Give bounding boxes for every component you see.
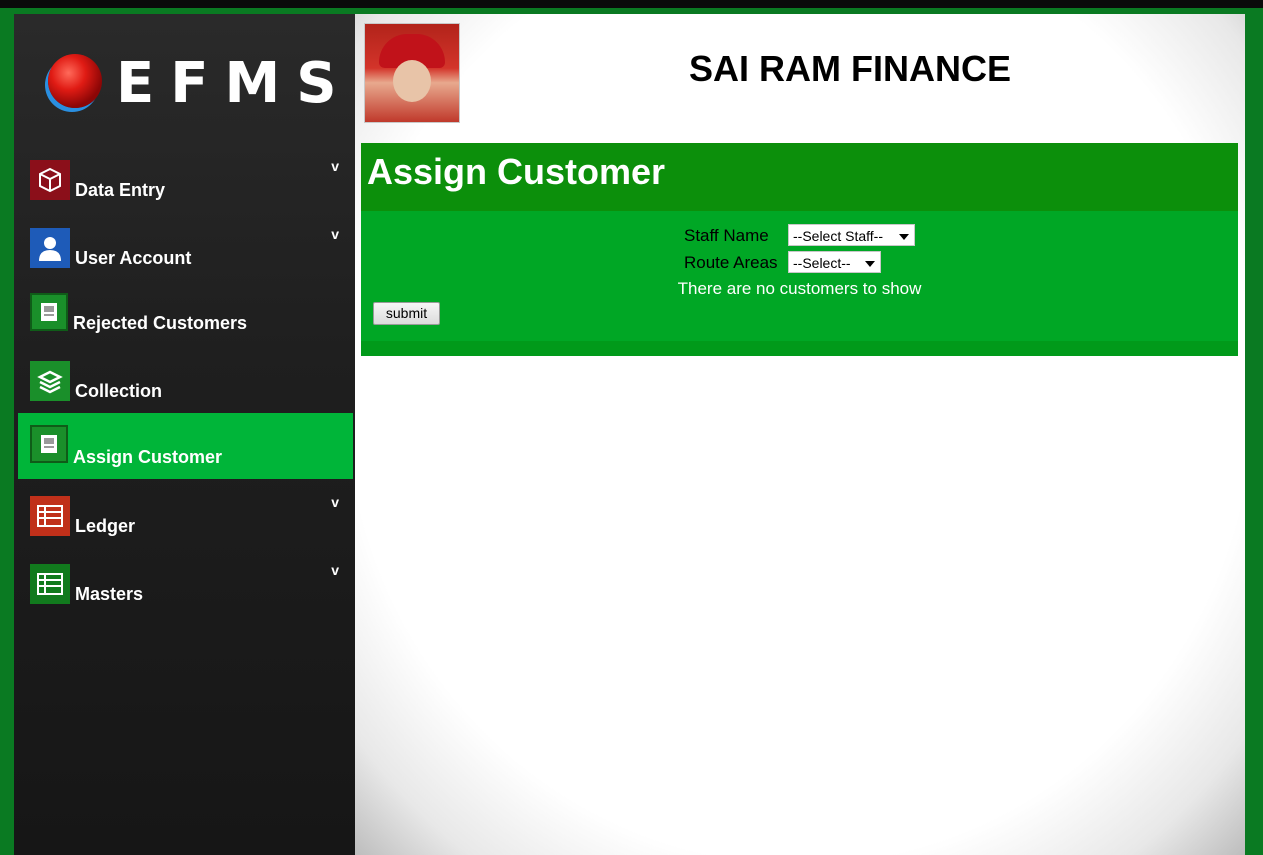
sidebar-item-label: Data Entry <box>75 180 166 200</box>
sidebar-item-ledger[interactable]: Ledger v <box>18 488 353 554</box>
main-content: SAI RAM FINANCE Assign Customer Staff Na… <box>355 14 1245 855</box>
efms-logo: EFMS <box>48 50 348 130</box>
route-areas-label: Route Areas <box>684 253 778 272</box>
user-icon <box>30 228 70 268</box>
sidebar: EFMS Data Entry v User Account v Rejecte… <box>14 14 355 855</box>
sidebar-item-label: User Account <box>75 248 192 268</box>
logo-text: EFMS <box>116 51 353 116</box>
sidebar-item-collection[interactable]: Collection <box>18 353 353 419</box>
table-icon <box>30 564 70 604</box>
sidebar-item-rejected-customers[interactable]: Rejected Customers <box>18 285 353 351</box>
dropdown-arrow-icon <box>865 261 875 267</box>
staff-name-label: Staff Name <box>684 226 769 245</box>
ledger-icon <box>30 496 70 536</box>
route-select[interactable]: --Select-- <box>788 251 881 273</box>
chevron-down-icon: v <box>331 158 339 174</box>
page-title: SAI RAM FINANCE <box>689 48 1011 89</box>
assign-customer-panel: Assign Customer Staff Name --Select Staf… <box>361 143 1238 356</box>
route-select-value: --Select-- <box>793 255 851 271</box>
sidebar-item-masters[interactable]: Masters v <box>18 556 353 622</box>
box-icon <box>30 160 70 200</box>
sidebar-item-label: Assign Customer <box>73 447 223 467</box>
sidebar-item-label: Rejected Customers <box>73 313 248 333</box>
document-icon <box>30 293 68 331</box>
chevron-down-icon: v <box>331 226 339 242</box>
empty-message: There are no customers to show <box>677 279 922 298</box>
panel-header: Assign Customer <box>361 143 1238 211</box>
sidebar-item-assign-customer[interactable]: Assign Customer <box>18 413 353 479</box>
submit-button[interactable]: submit <box>373 302 440 325</box>
chevron-down-icon: v <box>331 494 339 510</box>
panel-title: Assign Customer <box>367 151 666 192</box>
chevron-down-icon: v <box>331 562 339 578</box>
stack-icon <box>30 361 70 401</box>
document-icon <box>30 425 68 463</box>
staff-select-value: --Select Staff-- <box>793 228 883 244</box>
staff-select[interactable]: --Select Staff-- <box>788 224 915 246</box>
sidebar-item-label: Masters <box>75 584 144 604</box>
logo-orb-icon <box>48 54 102 108</box>
sidebar-item-data-entry[interactable]: Data Entry v <box>18 152 353 218</box>
sidebar-item-label: Collection <box>75 381 163 401</box>
dropdown-arrow-icon <box>899 234 909 240</box>
sidebar-item-label: Ledger <box>75 516 136 536</box>
sidebar-item-user-account[interactable]: User Account v <box>18 220 353 286</box>
